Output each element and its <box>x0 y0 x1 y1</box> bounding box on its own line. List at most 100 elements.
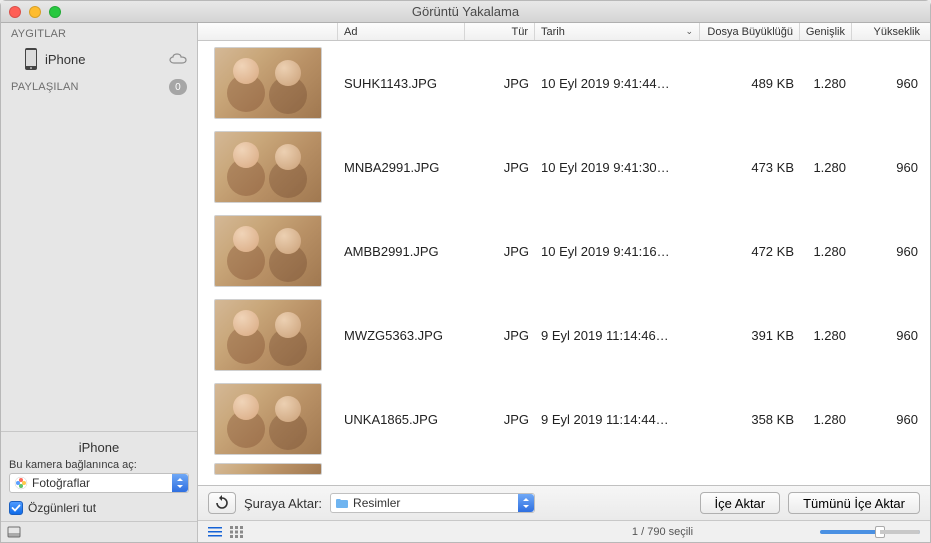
cell-height: 960 <box>852 328 930 343</box>
table-row[interactable]: MNBA2991.JPG JPG 10 Eyl 2019 9:41:30… 47… <box>198 125 930 209</box>
thumbnail-icon <box>214 299 322 371</box>
sidebar-section-label: PAYLAŞILAN <box>11 81 79 93</box>
cell-type: JPG <box>465 244 535 259</box>
cell-width: 1.280 <box>800 244 852 259</box>
table-row[interactable] <box>198 461 930 477</box>
cell-name: MNBA2991.JPG <box>338 160 465 175</box>
zoom-slider[interactable] <box>820 530 920 534</box>
open-with-value: Fotoğraflar <box>32 476 90 490</box>
cell-name: SUHK1143.JPG <box>338 76 465 91</box>
table-body[interactable]: SUHK1143.JPG JPG 10 Eyl 2019 9:41:44… 48… <box>198 41 930 485</box>
cell-size: 473 KB <box>700 160 800 175</box>
cell-name: AMBB2991.JPG <box>338 244 465 259</box>
sidebar-section-devices[interactable]: AYGITLAR <box>1 23 197 44</box>
cell-height: 960 <box>852 76 930 91</box>
column-label: Yükseklik <box>874 26 920 38</box>
keep-originals-checkbox[interactable] <box>9 501 23 515</box>
content-area: Ad Tür Tarih ⌄ Dosya Büyüklüğü Genişlik … <box>198 23 930 542</box>
cell-size: 391 KB <box>700 328 800 343</box>
thumbnail-cell <box>198 47 338 119</box>
maximize-icon[interactable] <box>49 6 61 18</box>
import-button[interactable]: İçe Aktar <box>700 492 781 514</box>
sidebar-item-iphone[interactable]: iPhone <box>1 44 197 74</box>
sidebar: AYGITLAR iPhone PAYLAŞILAN 0 iPhone <box>1 23 198 542</box>
sidebar-item-label: iPhone <box>45 52 85 67</box>
sidebar-footer <box>1 521 197 542</box>
cell-width: 1.280 <box>800 412 852 427</box>
column-date[interactable]: Tarih ⌄ <box>535 23 700 40</box>
sort-indicator-icon: ⌄ <box>685 26 693 37</box>
column-type[interactable]: Tür <box>465 23 535 40</box>
column-height[interactable]: Yükseklik <box>852 23 930 40</box>
cell-width: 1.280 <box>800 160 852 175</box>
select-arrows-icon <box>172 474 188 492</box>
table-row[interactable]: AMBB2991.JPG JPG 10 Eyl 2019 9:41:16… 47… <box>198 209 930 293</box>
sidebar-section-shared[interactable]: PAYLAŞILAN 0 <box>1 74 197 99</box>
cell-width: 1.280 <box>800 328 852 343</box>
cell-height: 960 <box>852 412 930 427</box>
window-title: Görüntü Yakalama <box>1 4 930 19</box>
column-label: Ad <box>344 26 357 38</box>
thumbnail-cell <box>198 383 338 455</box>
panel-toggle-icon[interactable] <box>7 525 21 539</box>
keep-originals-row[interactable]: Özgünleri tut <box>9 501 189 515</box>
rotate-button[interactable] <box>208 492 236 514</box>
column-name[interactable]: Ad <box>338 23 465 40</box>
column-size[interactable]: Dosya Büyüklüğü <box>700 23 800 40</box>
destination-value: Resimler <box>353 496 400 510</box>
cell-name: MWZG5363.JPG <box>338 328 465 343</box>
column-label: Dosya Büyüklüğü <box>707 26 793 38</box>
cloud-icon <box>169 53 187 65</box>
thumbnail-icon <box>214 463 322 475</box>
import-all-button[interactable]: Tümünü İçe Aktar <box>788 492 920 514</box>
cell-type: JPG <box>465 76 535 91</box>
thumbnail-cell <box>198 131 338 203</box>
shared-count-badge: 0 <box>169 79 187 95</box>
table-header: Ad Tür Tarih ⌄ Dosya Büyüklüğü Genişlik … <box>198 23 930 41</box>
cell-type: JPG <box>465 160 535 175</box>
thumbnail-icon <box>214 215 322 287</box>
cell-height: 960 <box>852 244 930 259</box>
cell-date: 10 Eyl 2019 9:41:16… <box>535 244 700 259</box>
select-arrows-icon <box>518 494 534 512</box>
cell-date: 9 Eyl 2019 11:14:46… <box>535 328 700 343</box>
thumbnail-cell <box>198 215 338 287</box>
table-row[interactable]: UNKA1865.JPG JPG 9 Eyl 2019 11:14:44… 35… <box>198 377 930 461</box>
column-thumbnail[interactable] <box>198 23 338 40</box>
button-label: Tümünü İçe Aktar <box>803 496 905 511</box>
zoom-thumb-icon[interactable] <box>875 526 885 538</box>
column-width[interactable]: Genişlik <box>800 23 852 40</box>
toolbar: Şuraya Aktar: Resimler İçe Aktar Tümünü … <box>198 485 930 520</box>
titlebar: Görüntü Yakalama <box>1 1 930 23</box>
thumbnail-cell <box>198 463 338 475</box>
grid-view-icon[interactable] <box>230 526 244 538</box>
cell-type: JPG <box>465 328 535 343</box>
thumbnail-icon <box>214 47 322 119</box>
connected-device-name: iPhone <box>9 438 189 459</box>
cell-date: 9 Eyl 2019 11:14:44… <box>535 412 700 427</box>
list-view-icon[interactable] <box>208 526 222 538</box>
close-icon[interactable] <box>9 6 21 18</box>
cell-date: 10 Eyl 2019 9:41:30… <box>535 160 700 175</box>
thumbnail-cell <box>198 299 338 371</box>
view-mode-icons <box>208 526 244 538</box>
folder-icon <box>335 496 349 510</box>
cell-size: 489 KB <box>700 76 800 91</box>
column-label: Tarih <box>541 26 565 38</box>
destination-select[interactable]: Resimler <box>330 493 535 513</box>
table-row[interactable]: MWZG5363.JPG JPG 9 Eyl 2019 11:14:46… 39… <box>198 293 930 377</box>
cell-size: 472 KB <box>700 244 800 259</box>
button-label: İçe Aktar <box>715 496 766 511</box>
checkmark-icon <box>11 503 21 513</box>
window-controls <box>9 6 61 18</box>
open-with-select[interactable]: Fotoğraflar <box>9 473 189 493</box>
keep-originals-label: Özgünleri tut <box>28 501 96 515</box>
phone-icon <box>23 47 39 71</box>
minimize-icon[interactable] <box>29 6 41 18</box>
transfer-label: Şuraya Aktar: <box>244 496 322 511</box>
cell-size: 358 KB <box>700 412 800 427</box>
statusbar: 1 / 790 seçili <box>198 520 930 542</box>
thumbnail-icon <box>214 131 322 203</box>
sidebar-options-panel: iPhone Bu kamera bağlanınca aç: Fotoğraf… <box>1 431 197 521</box>
table-row[interactable]: SUHK1143.JPG JPG 10 Eyl 2019 9:41:44… 48… <box>198 41 930 125</box>
